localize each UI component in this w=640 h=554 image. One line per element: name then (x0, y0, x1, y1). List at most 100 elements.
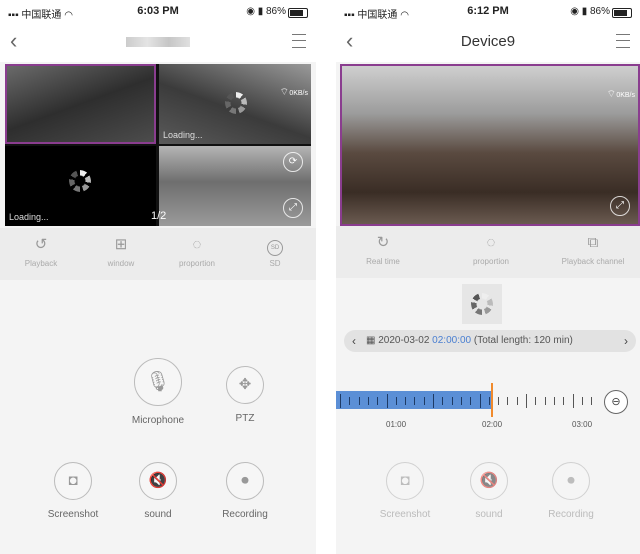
sound-button[interactable]: 🔇 sound (113, 462, 203, 520)
timeline-tick (544, 397, 546, 405)
tile-loading-label: Loading... (163, 130, 203, 140)
timeline-tick (516, 397, 518, 405)
screenshot-button[interactable]: ◘ Screenshot (28, 462, 118, 520)
microphone-button[interactable]: 🎙 Microphone (113, 358, 203, 426)
sd-button[interactable]: SD SD (238, 236, 312, 268)
fullscreen-icon[interactable]: ⤢ (610, 196, 630, 216)
timeline-tick (395, 397, 397, 405)
menu-icon[interactable] (616, 34, 630, 48)
nav-bar: ‹ Device9 (336, 22, 640, 62)
toolbar: ↺ Playback ⊞ window ◌ proportion SD SD (0, 228, 316, 280)
timeline-cursor[interactable] (491, 383, 493, 417)
camera-tile-4[interactable]: ⟳ ⤢ (159, 146, 311, 226)
timeline-tick (526, 394, 527, 408)
battery-percent: ◉ ▮ 86% (246, 6, 286, 17)
timeline-tick (498, 397, 500, 405)
battery-percent: ◉ ▮ 86% (570, 6, 610, 17)
sound-icon: 🔇 (139, 462, 177, 500)
date-selector: ‹ ▦ 2020-03-02 02:00:00 (Total length: 1… (344, 330, 636, 352)
timeline-tick (414, 397, 416, 405)
timeline-tick (433, 394, 434, 408)
playback-channel-label: Playback channel (561, 257, 625, 266)
timeline-tick (507, 397, 509, 405)
playback-channel-button[interactable]: ⧉ Playback channel (550, 234, 636, 266)
date-value[interactable]: 2020-03-02 (378, 335, 429, 346)
camera-tile-1[interactable] (5, 64, 156, 144)
playback-timeline[interactable] (336, 383, 640, 417)
camera-tile-3[interactable]: Loading... (5, 146, 156, 226)
timeline-tick (405, 397, 407, 405)
timeline-label: 02:00 (482, 420, 503, 429)
screenshot-icon: ◘ (54, 462, 92, 500)
tile-loading-label: Loading... (9, 212, 49, 222)
proportion-icon: ◌ (486, 234, 496, 251)
playback-button[interactable]: ↺ Playback (4, 236, 78, 268)
sd-icon: SD (267, 240, 283, 256)
microphone-icon: 🎙 (134, 358, 182, 406)
sound-label: sound (144, 509, 172, 520)
timeline-tick (553, 397, 555, 405)
proportion-button[interactable]: ◌ proportion (160, 236, 234, 268)
rotate-icon[interactable]: ⟳ (283, 152, 303, 172)
ptz-icon: ✥ (226, 366, 264, 404)
loading-indicator (462, 284, 502, 324)
loading-spinner-icon (471, 293, 493, 315)
ptz-button[interactable]: ✥ PTZ (200, 366, 290, 424)
calendar-icon[interactable]: ▦ (366, 335, 375, 346)
proportion-label: proportion (178, 259, 216, 268)
screenshot-button[interactable]: ◘ Screenshot (360, 462, 450, 520)
timeline-tick (581, 397, 583, 405)
timeline-tick (591, 397, 593, 405)
timeline-tick (451, 397, 453, 405)
proportion-label: proportion (472, 257, 510, 266)
timeline-label: 01:00 (386, 420, 407, 429)
timeline-tick (442, 397, 444, 405)
recording-button[interactable]: ⏺ Recording (200, 462, 290, 520)
timeline-tick (535, 397, 537, 405)
timeline-tick (349, 397, 351, 405)
wifi-rate: 0KB/s (616, 92, 635, 99)
battery-icon (612, 8, 632, 18)
phone-screen-left: ▪▪▪ 中国联通 ◠ 6:03 PM ◉ ▮ 86% ‹ ⌔ 0KB/s Loa… (0, 0, 316, 554)
next-date-icon[interactable]: › (624, 330, 628, 352)
window-icon: ⊞ (114, 236, 128, 253)
status-bar: ▪▪▪ 中国联通 ◠ 6:12 PM ◉ ▮ 86% (336, 0, 640, 22)
proportion-icon: ◌ (192, 236, 202, 253)
menu-icon[interactable] (292, 34, 306, 48)
fullscreen-icon[interactable]: ⤢ (283, 198, 303, 218)
timeline-tick (470, 397, 472, 405)
recording-icon: ⏺ (552, 462, 590, 500)
recording-label: Recording (222, 509, 268, 520)
prev-date-icon[interactable]: ‹ (352, 330, 356, 352)
wifi-rate: 0KB/s (289, 90, 308, 97)
loading-spinner-icon (69, 170, 91, 192)
sd-label: SD (269, 259, 281, 268)
wifi-icon: ⌔ (606, 89, 616, 100)
recording-label: Recording (548, 509, 594, 520)
camera-tile-2[interactable]: ⌔ 0KB/s Loading... (159, 64, 311, 144)
sound-label: sound (475, 509, 503, 520)
timeline-tick (423, 397, 425, 405)
screenshot-label: Screenshot (47, 509, 99, 520)
total-length: (Total length: 120 min) (473, 335, 573, 346)
screenshot-label: Screenshot (379, 509, 431, 520)
recording-button[interactable]: ⏺ Recording (526, 462, 616, 520)
sound-button[interactable]: 🔇 sound (444, 462, 534, 520)
screenshot-icon: ◘ (386, 462, 424, 500)
page-indicator: 1/2 (151, 210, 167, 222)
window-button[interactable]: ⊞ window (84, 236, 158, 268)
toolbar: ↻ Real time ◌ proportion ⧉ Playback chan… (336, 226, 640, 278)
page-title: Device9 (460, 33, 516, 50)
playback-channel-icon: ⧉ (587, 234, 599, 251)
phone-screen-right: ▪▪▪ 中国联通 ◠ 6:12 PM ◉ ▮ 86% ‹ Device9 ⌔ 0… (336, 0, 640, 554)
zoom-out-icon[interactable]: ⊖ (604, 390, 628, 414)
proportion-button[interactable]: ◌ proportion (454, 234, 528, 266)
status-bar: ▪▪▪ 中国联通 ◠ 6:03 PM ◉ ▮ 86% (0, 0, 316, 22)
timeline-tick (460, 397, 462, 405)
timeline-tick (563, 397, 565, 405)
timeline-tick (488, 397, 490, 405)
real-time-button[interactable]: ↻ Real time (346, 234, 420, 266)
ptz-label: PTZ (235, 413, 255, 424)
camera-video[interactable]: ⌔ 0KB/s ⤢ (340, 64, 640, 226)
timeline-tick (358, 397, 360, 405)
